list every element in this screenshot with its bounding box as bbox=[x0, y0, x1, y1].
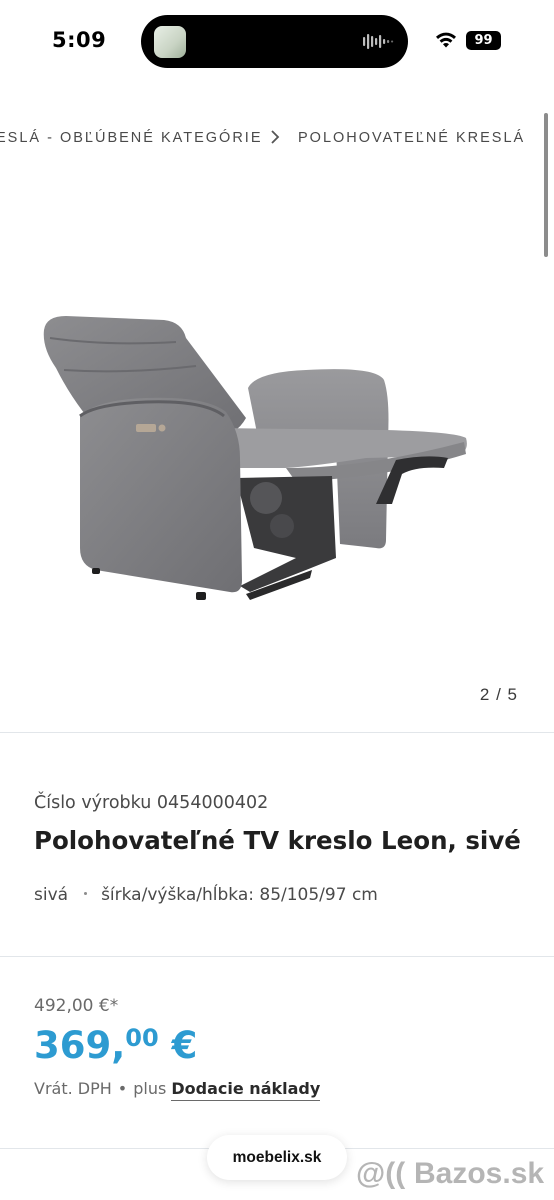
breadcrumb: ESLÁ - OBĽÚBENÉ KATEGÓRIE POLOHOVATEĽNÉ … bbox=[0, 126, 554, 152]
product-number: Číslo výrobku 0454000402 bbox=[34, 793, 269, 813]
tax-label: Vrát. DPH bbox=[34, 1079, 112, 1098]
bazos-watermark: @(( @(( Bazos.sk Bazos.sk bbox=[356, 1155, 546, 1192]
product-dimensions: šírka/výška/hĺbka: 85/105/97 cm bbox=[101, 885, 378, 905]
product-attributes: sivá šírka/výška/hĺbka: 85/105/97 cm bbox=[34, 885, 378, 905]
audio-waveform-icon bbox=[363, 34, 394, 49]
svg-text:Bazos.sk: Bazos.sk bbox=[414, 1157, 544, 1190]
section-divider bbox=[0, 732, 554, 733]
breadcrumb-item-favorite-categories[interactable]: ESLÁ - OBĽÚBENÉ KATEGÓRIE bbox=[0, 130, 263, 146]
product-gallery[interactable] bbox=[0, 260, 554, 680]
svg-text:@((: @(( bbox=[356, 1157, 405, 1190]
product-color: sivá bbox=[34, 885, 69, 905]
battery-indicator: 99 bbox=[466, 31, 501, 50]
shipping-costs-link[interactable]: Dodacie náklady bbox=[171, 1079, 321, 1101]
status-bar: 5:09 99 bbox=[0, 0, 554, 84]
browser-url-bar[interactable]: moebelix.sk bbox=[207, 1135, 347, 1180]
wifi-icon bbox=[436, 32, 456, 48]
dynamic-island[interactable] bbox=[141, 15, 408, 68]
product-title-bold: Polohovateľné bbox=[34, 826, 235, 855]
gallery-counter: 2 / 5 bbox=[479, 685, 518, 704]
original-price: 492,00 €* bbox=[34, 996, 119, 1016]
chevron-right-icon bbox=[271, 130, 280, 144]
sale-price-currency: € bbox=[158, 1024, 198, 1067]
tax-info: Vrát. DPH • plus Dodacie náklady bbox=[34, 1079, 321, 1101]
sale-price-cents: 00 bbox=[125, 1024, 159, 1052]
sale-price: 369,00 € bbox=[34, 1024, 197, 1067]
product-title-rest: TV kreslo Leon, sivé bbox=[234, 826, 521, 855]
plus-label: plus bbox=[133, 1079, 167, 1098]
sale-price-main: 369, bbox=[34, 1024, 126, 1067]
status-time: 5:09 bbox=[52, 28, 107, 52]
section-divider bbox=[0, 956, 554, 957]
breadcrumb-scrollbar[interactable] bbox=[544, 113, 548, 257]
attribute-separator-dot bbox=[84, 891, 88, 895]
recliner-chair-image[interactable] bbox=[36, 308, 472, 608]
product-title: Polohovateľné TV kreslo Leon, sivé bbox=[34, 826, 521, 855]
now-playing-artwork bbox=[154, 26, 186, 58]
tax-separator: • bbox=[117, 1079, 128, 1098]
breadcrumb-item-recliners[interactable]: POLOHOVATEĽNÉ KRESLÁ bbox=[298, 130, 525, 146]
